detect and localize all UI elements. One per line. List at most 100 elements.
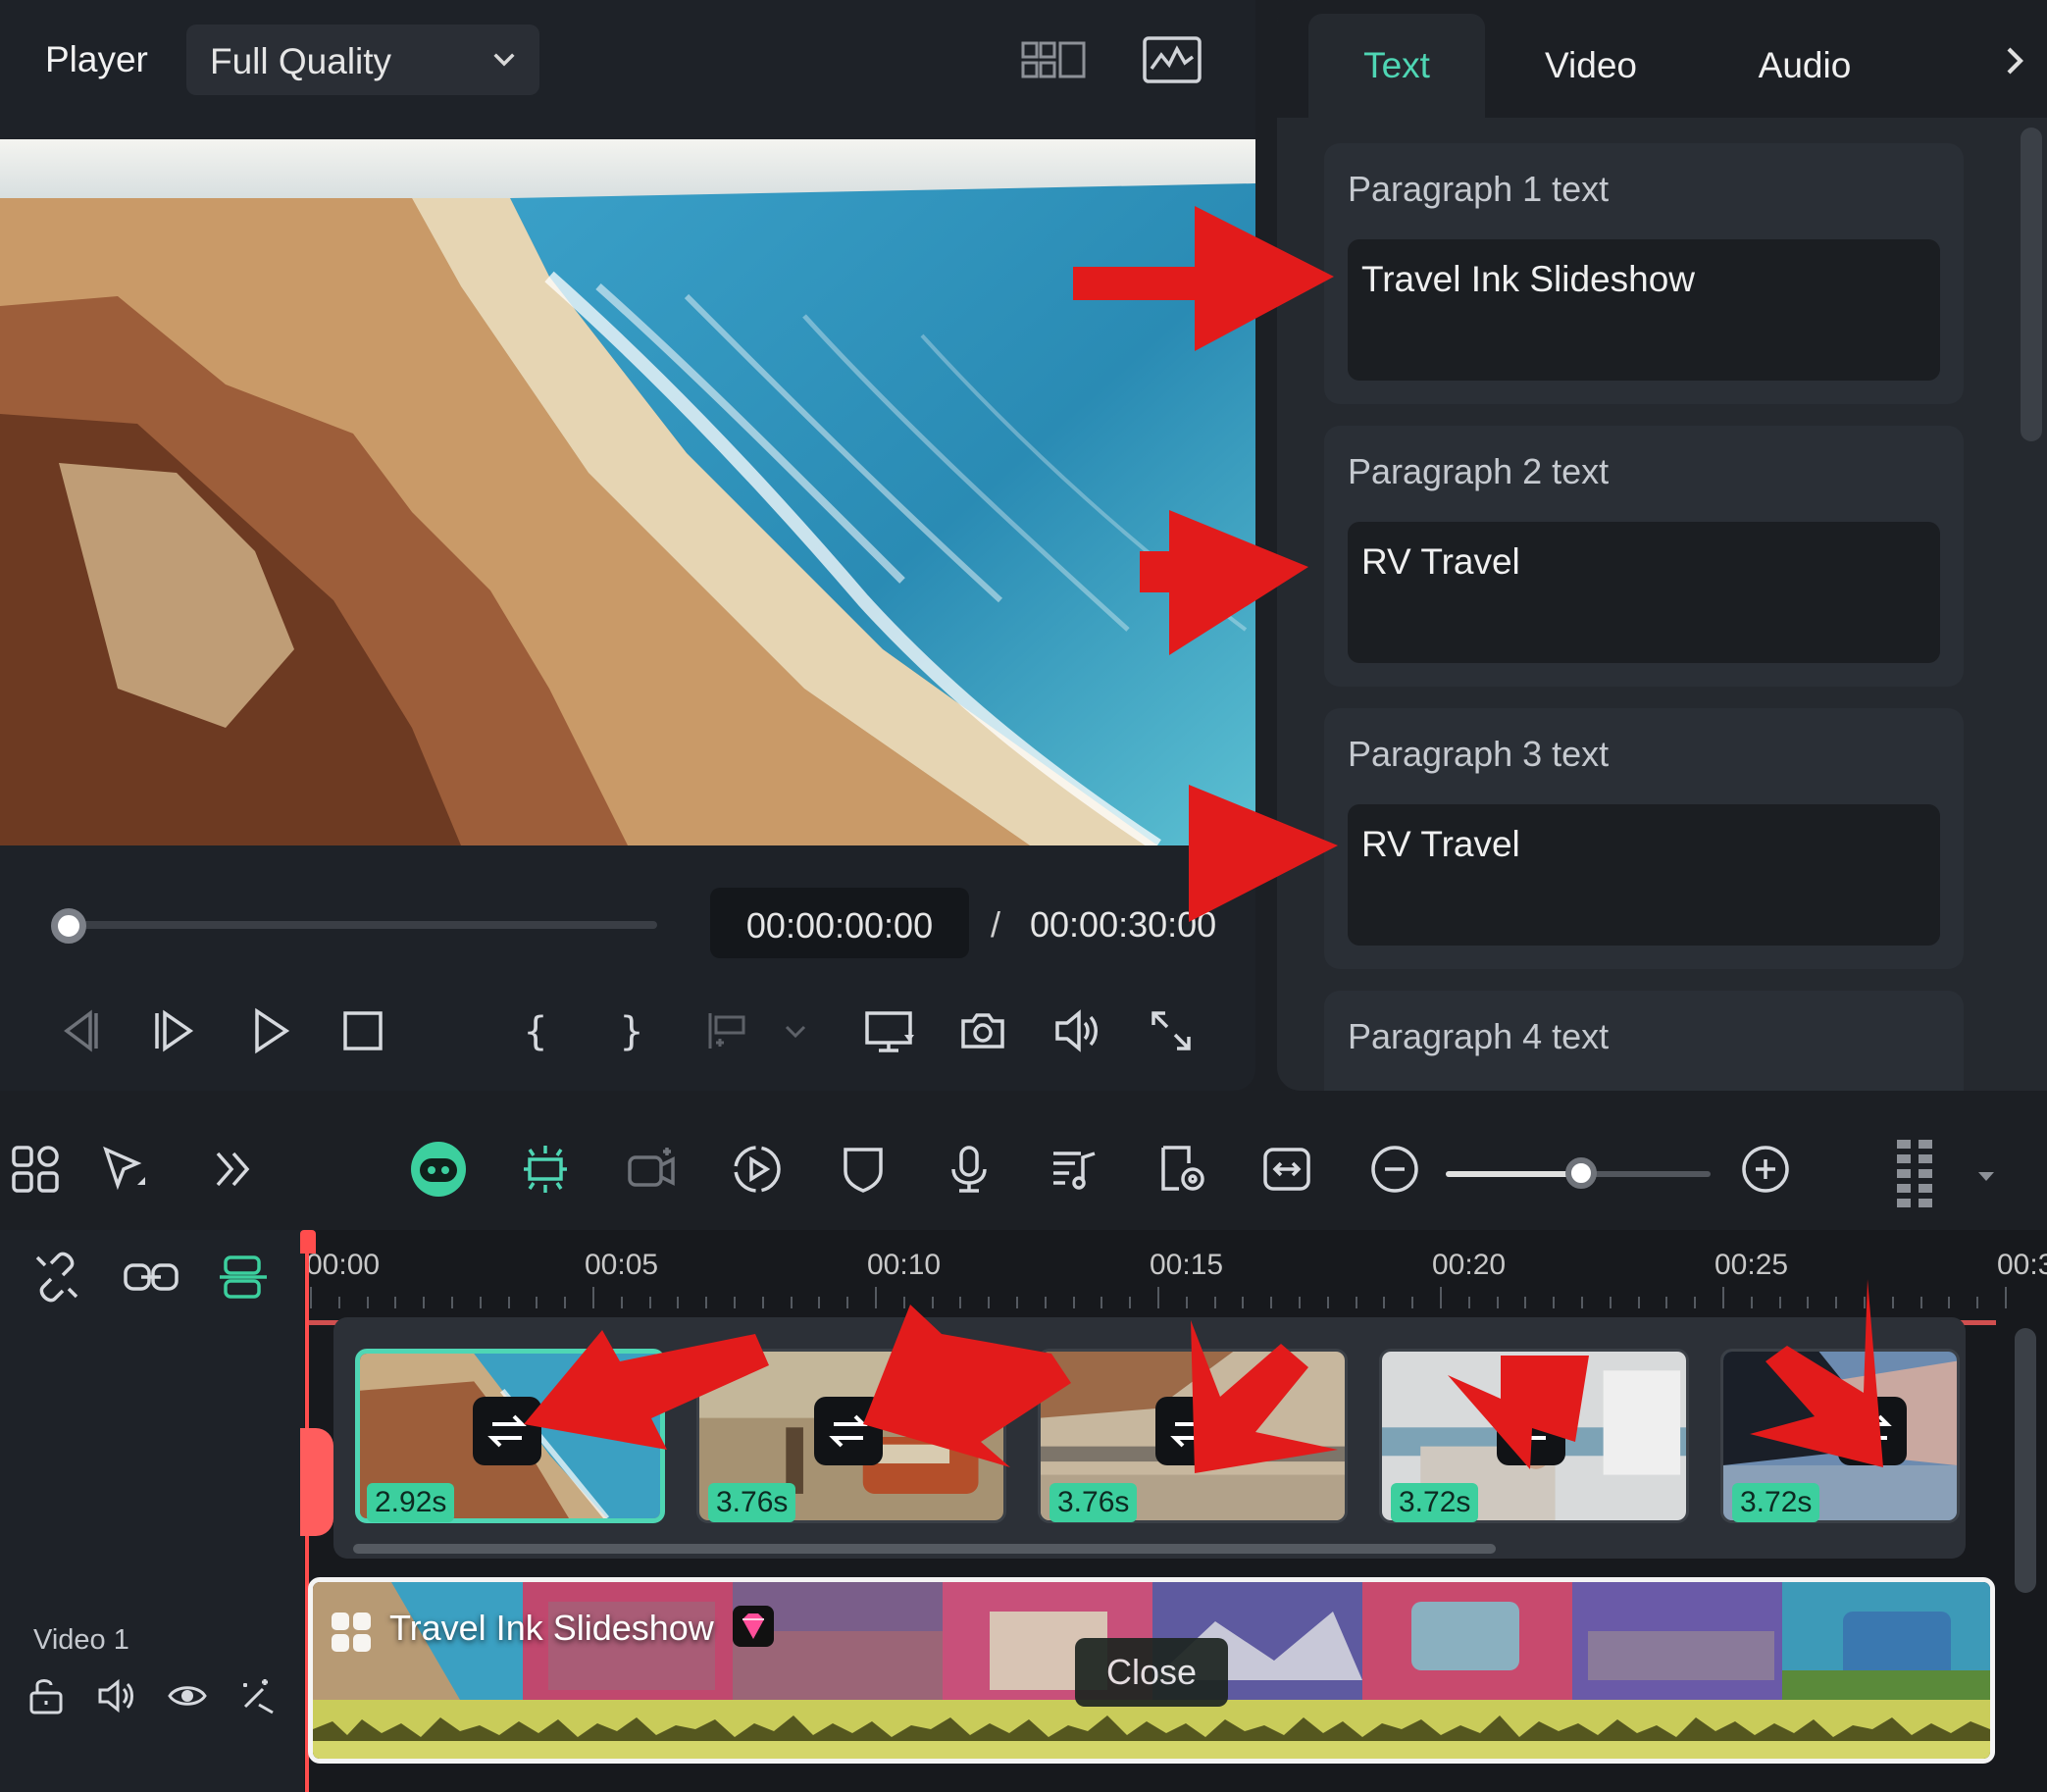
playhead-handle[interactable] — [300, 1230, 316, 1254]
ruler-tick — [1299, 1297, 1301, 1308]
paragraph-2-input[interactable]: RV Travel — [1348, 522, 1940, 663]
paragraph-3-input[interactable]: RV Travel — [1348, 804, 1940, 946]
replace-clip-icon[interactable] — [1838, 1397, 1907, 1465]
ruler-label: 00:05 — [585, 1249, 659, 1281]
playhead-marker-tab[interactable] — [300, 1428, 333, 1536]
ruler-tick — [648, 1297, 651, 1308]
ruler-tick — [846, 1297, 849, 1308]
video-preview[interactable] — [0, 139, 1255, 845]
ruler-tick — [875, 1287, 877, 1308]
ruler-label: 00:15 — [1150, 1249, 1224, 1281]
quality-dropdown[interactable]: Full Quality — [186, 25, 539, 95]
magic-wand-icon[interactable] — [235, 1675, 277, 1716]
track-options-grid-icon[interactable] — [1889, 1136, 1944, 1210]
microphone-icon[interactable] — [942, 1142, 997, 1197]
snapshot-camera-icon[interactable] — [957, 1005, 1008, 1056]
tab-text[interactable]: Text — [1308, 14, 1485, 118]
ruler-tick — [677, 1297, 680, 1308]
stop-icon[interactable] — [337, 1005, 388, 1056]
timecode-current-box[interactable]: 00:00:00:00 — [710, 888, 969, 958]
zoom-in-icon[interactable] — [1738, 1142, 1793, 1197]
ruler-tick — [1185, 1297, 1188, 1308]
scrubber-handle[interactable] — [51, 908, 86, 944]
select-tool-icon[interactable] — [98, 1142, 153, 1197]
more-tools-icon[interactable] — [206, 1142, 261, 1197]
ruler-tick — [959, 1297, 962, 1308]
ruler-tick — [1016, 1297, 1018, 1308]
ruler-tick — [1270, 1297, 1273, 1308]
layout-grid-icon[interactable] — [1020, 37, 1089, 84]
svg-text:{: { — [523, 1009, 547, 1054]
ruler-tick — [1778, 1297, 1781, 1308]
ruler-tick — [1694, 1297, 1697, 1308]
ruler-tick — [1326, 1297, 1329, 1308]
mask-shield-icon[interactable] — [836, 1142, 891, 1197]
replace-clip-icon[interactable] — [473, 1397, 541, 1465]
insert-icon[interactable] — [702, 1005, 753, 1056]
track-options-chevron-icon[interactable] — [1971, 1161, 2001, 1191]
unlink-icon[interactable] — [29, 1250, 84, 1305]
ruler-label: 00:3 — [1997, 1249, 2047, 1281]
scene-grid-icon[interactable] — [8, 1142, 63, 1197]
clip-duration-badge: 2.92s — [367, 1483, 455, 1522]
player-label: Player — [45, 39, 148, 79]
audio-music-icon[interactable] — [1048, 1142, 1102, 1197]
insert-options-chevron-icon[interactable] — [781, 1005, 810, 1056]
smart-cutout-icon[interactable] — [518, 1142, 573, 1197]
template-icon — [329, 1610, 374, 1655]
ruler-tick — [1213, 1297, 1216, 1308]
inspector-scrollbar[interactable] — [2021, 128, 2042, 441]
track-volume-icon[interactable] — [96, 1675, 137, 1716]
eye-icon[interactable] — [167, 1675, 208, 1716]
zoom-slider-handle[interactable] — [1565, 1157, 1597, 1189]
zoom-out-icon[interactable] — [1367, 1142, 1422, 1197]
audio-waveform — [313, 1700, 1990, 1759]
fullscreen-icon[interactable] — [1146, 1005, 1197, 1056]
ruler-tick — [536, 1297, 538, 1308]
timeline-vertical-scrollbar[interactable] — [2015, 1328, 2036, 1593]
ruler-tick — [1242, 1297, 1245, 1308]
volume-icon[interactable] — [1051, 1005, 1102, 1056]
magnetic-track-icon[interactable] — [216, 1250, 271, 1305]
playback-scrubber[interactable] — [69, 921, 657, 929]
fit-width-icon[interactable] — [1259, 1142, 1314, 1197]
play-icon[interactable] — [245, 1005, 296, 1056]
ruler-tick — [592, 1287, 594, 1308]
replace-clip-icon[interactable] — [1155, 1397, 1224, 1465]
link-clips-icon[interactable] — [122, 1250, 180, 1305]
close-button[interactable]: Close — [1075, 1638, 1228, 1707]
ruler-tick — [1355, 1297, 1357, 1308]
chevron-right-icon[interactable] — [1997, 43, 2032, 78]
tab-audio[interactable]: Audio — [1716, 14, 1893, 118]
ruler-tick — [479, 1297, 482, 1308]
ai-copilot-icon[interactable] — [408, 1139, 469, 1200]
timecode-current: 00:00:00:00 — [745, 905, 934, 946]
lock-track-icon[interactable] — [26, 1675, 67, 1716]
ruler-tick — [1637, 1297, 1640, 1308]
ai-video-icon[interactable] — [624, 1142, 679, 1197]
mark-out-icon[interactable]: } — [606, 1005, 657, 1056]
ruler-tick — [705, 1297, 708, 1308]
ruler-tick — [1665, 1297, 1668, 1308]
ruler-tick — [931, 1297, 934, 1308]
scope-icon[interactable] — [1142, 35, 1203, 84]
speed-render-icon[interactable] — [1153, 1142, 1208, 1197]
mark-in-icon[interactable]: { — [510, 1005, 561, 1056]
replace-clip-icon[interactable] — [1497, 1397, 1565, 1465]
auto-reframe-icon[interactable] — [730, 1142, 785, 1197]
ruler-tick — [1440, 1287, 1442, 1308]
popup-scrollbar[interactable] — [353, 1544, 1496, 1554]
player-panel: Player Full Quality 00:00:00:00 / 00:00:… — [0, 0, 1255, 1091]
next-frame-icon[interactable] — [149, 1005, 200, 1056]
replace-clip-icon[interactable] — [814, 1397, 883, 1465]
render-preview-icon[interactable] — [863, 1005, 918, 1056]
ruler-tick — [394, 1297, 397, 1308]
paragraph-1-input[interactable]: Travel Ink Slideshow — [1348, 239, 1940, 381]
paragraph-2-value: RV Travel — [1361, 541, 1520, 582]
ruler-tick — [1157, 1287, 1159, 1308]
tab-video[interactable]: Video — [1503, 14, 1679, 118]
ruler-tick — [366, 1297, 369, 1308]
previous-frame-icon[interactable] — [53, 1005, 104, 1056]
ruler-tick — [1467, 1297, 1470, 1308]
ruler-tick — [1496, 1297, 1499, 1308]
